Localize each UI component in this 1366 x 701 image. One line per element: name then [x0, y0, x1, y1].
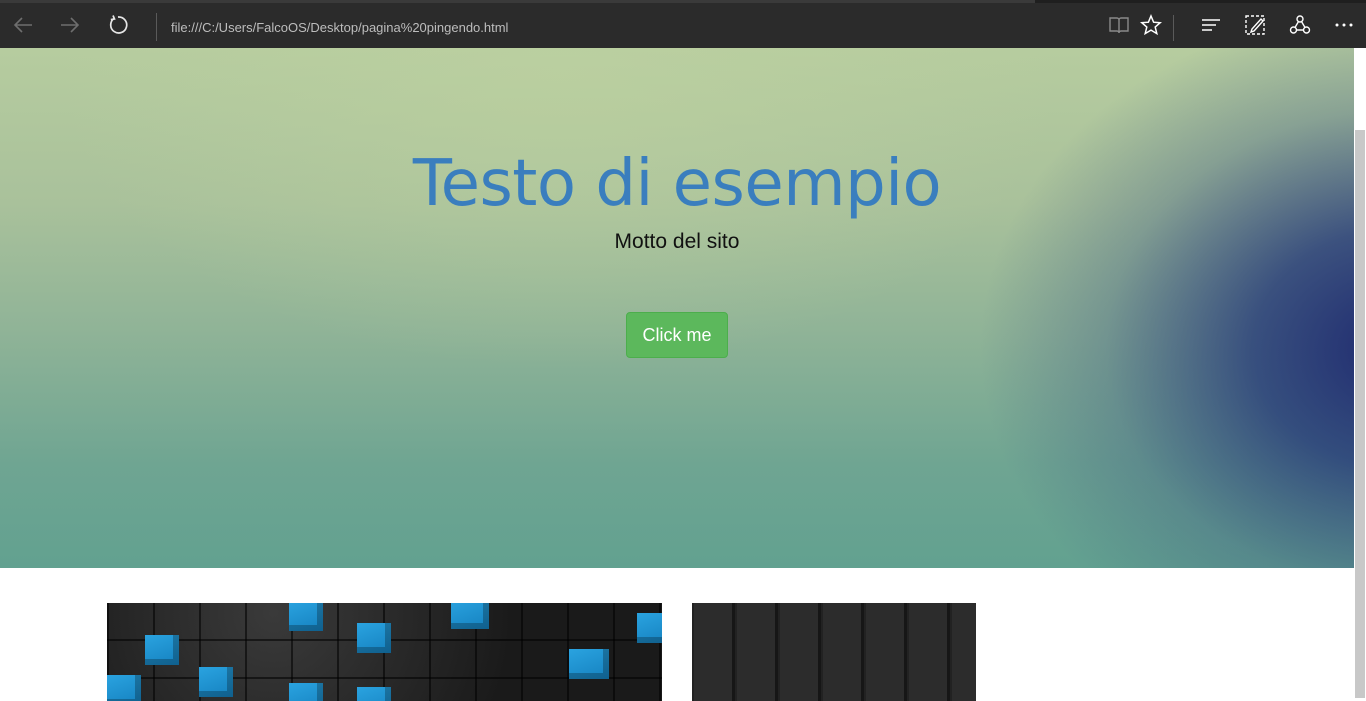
- share-icon: [1289, 15, 1311, 34]
- address-bar[interactable]: file:///C:/Users/FalcoOS/Desktop/pagina%…: [171, 18, 508, 38]
- refresh-icon: [109, 15, 128, 34]
- hero-section: Testo di esempio Motto del sito Click me: [0, 48, 1354, 568]
- address-separator: [156, 13, 157, 41]
- forward-button[interactable]: [53, 8, 87, 42]
- hero-motto: Motto del sito: [614, 230, 740, 253]
- refresh-button[interactable]: [101, 8, 135, 42]
- cubes-image: [107, 603, 662, 701]
- more-button[interactable]: [1327, 8, 1361, 42]
- wood-image: [692, 603, 976, 701]
- star-icon: [1140, 14, 1162, 36]
- pen-note-icon: [1245, 15, 1265, 35]
- web-note-button[interactable]: [1238, 8, 1272, 42]
- hub-button[interactable]: [1194, 8, 1228, 42]
- more-dots-icon: [1335, 23, 1353, 27]
- scrollbar-thumb[interactable]: [1355, 130, 1365, 698]
- browser-toolbar: file:///C:/Users/FalcoOS/Desktop/pagina%…: [0, 0, 1366, 48]
- page-viewport: Testo di esempio Motto del sito Click me: [0, 48, 1354, 701]
- arrow-right-icon: [61, 17, 80, 33]
- click-me-button[interactable]: Click me: [626, 312, 728, 358]
- hero-title: Testo di esempio: [412, 147, 942, 221]
- back-button[interactable]: [6, 8, 40, 42]
- toolbar-separator: [1173, 15, 1174, 41]
- arrow-left-icon: [13, 17, 32, 33]
- book-icon: [1109, 17, 1129, 34]
- favorites-button[interactable]: [1134, 8, 1168, 42]
- reading-view-button[interactable]: [1102, 8, 1136, 42]
- hub-lines-icon: [1202, 19, 1220, 31]
- tab-indicator: [1035, 0, 1366, 3]
- share-button[interactable]: [1283, 8, 1317, 42]
